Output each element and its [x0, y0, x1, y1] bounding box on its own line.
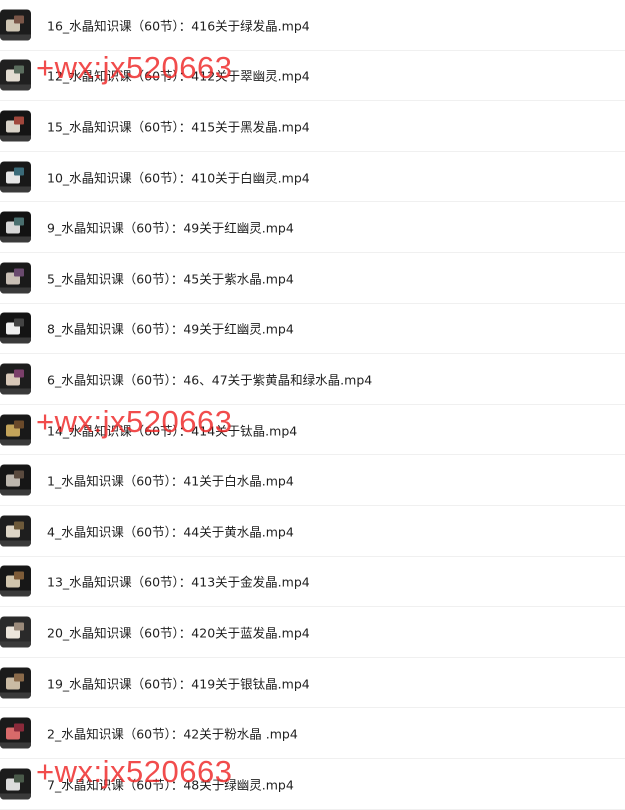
thumbnail-accent — [14, 622, 24, 631]
file-name[interactable]: 4_水晶知识课（60节）：44关于黄水晶.mp4 — [47, 521, 294, 540]
thumbnail-shadow — [0, 540, 31, 547]
file-name[interactable]: 2_水晶知识课（60节）：42关于粉水晶 .mp4 — [47, 724, 298, 743]
file-row[interactable]: 19_水晶知识课（60节）：419关于银钛晶.mp4 — [0, 658, 625, 709]
thumbnail-shadow — [0, 489, 31, 496]
thumbnail-accent — [14, 420, 24, 429]
file-list: 16_水晶知识课（60节）：416关于绿发晶.mp4 12_水晶知识课（60节）：… — [0, 0, 625, 810]
video-thumbnail[interactable] — [0, 414, 31, 446]
file-name[interactable]: 9_水晶知识课（60节）：49关于红幽灵.mp4 — [47, 218, 294, 237]
thumbnail-shadow — [0, 236, 31, 243]
thumbnail-shadow — [0, 186, 31, 193]
file-name[interactable]: 15_水晶知识课（60节）：415关于黑发晶.mp4 — [47, 116, 310, 135]
video-thumbnail[interactable] — [0, 363, 31, 395]
file-name[interactable]: 19_水晶知识课（60节）：419关于银钛晶.mp4 — [47, 673, 310, 692]
thumbnail-shadow — [0, 590, 31, 597]
thumbnail-accent — [14, 470, 24, 479]
video-thumbnail[interactable] — [0, 161, 31, 193]
thumbnail-accent — [14, 571, 24, 580]
thumbnail-accent — [14, 15, 24, 24]
file-name[interactable]: 5_水晶知识课（60节）：45关于紫水晶.mp4 — [47, 268, 294, 287]
video-thumbnail[interactable] — [0, 9, 31, 41]
video-thumbnail[interactable] — [0, 565, 31, 597]
thumbnail-accent — [14, 268, 24, 277]
thumbnail-shadow — [0, 287, 31, 294]
thumbnail-accent — [14, 774, 24, 783]
file-row[interactable]: 14_水晶知识课（60节）：414关于钛晶.mp4 — [0, 405, 625, 456]
file-name[interactable]: 10_水晶知识课（60节）：410关于白幽灵.mp4 — [47, 167, 310, 186]
thumbnail-accent — [14, 673, 24, 682]
thumbnail-shadow — [0, 439, 31, 446]
file-row[interactable]: 5_水晶知识课（60节）：45关于紫水晶.mp4 — [0, 253, 625, 304]
thumbnail-shadow — [0, 337, 31, 344]
file-row[interactable]: 15_水晶知识课（60节）：415关于黑发晶.mp4 — [0, 101, 625, 152]
file-row[interactable]: 10_水晶知识课（60节）：410关于白幽灵.mp4 — [0, 152, 625, 203]
file-row[interactable]: 8_水晶知识课（60节）：49关于红幽灵.mp4 — [0, 304, 625, 355]
thumbnail-shadow — [0, 692, 31, 699]
thumbnail-accent — [14, 369, 24, 378]
file-row[interactable]: 7_水晶知识课（60节）：48关于绿幽灵.mp4 — [0, 759, 625, 810]
video-thumbnail[interactable] — [0, 768, 31, 800]
video-thumbnail[interactable] — [0, 515, 31, 547]
file-name[interactable]: 8_水晶知识课（60节）：49关于红幽灵.mp4 — [47, 319, 294, 338]
file-name[interactable]: 12_水晶知识课（60节）：412关于翠幽灵.mp4 — [47, 66, 310, 85]
video-thumbnail[interactable] — [0, 616, 31, 648]
video-thumbnail[interactable] — [0, 717, 31, 749]
file-name[interactable]: 6_水晶知识课（60节）：46、47关于紫黄晶和绿水晶.mp4 — [47, 369, 372, 388]
file-row[interactable]: 16_水晶知识课（60节）：416关于绿发晶.mp4 — [0, 0, 625, 51]
video-thumbnail[interactable] — [0, 262, 31, 294]
thumbnail-shadow — [0, 793, 31, 800]
thumbnail-shadow — [0, 34, 31, 41]
file-name[interactable]: 13_水晶知识课（60节）：413关于金发晶.mp4 — [47, 572, 310, 591]
thumbnail-accent — [14, 116, 24, 125]
thumbnail-shadow — [0, 135, 31, 142]
thumbnail-accent — [14, 318, 24, 327]
file-name[interactable]: 14_水晶知识课（60节）：414关于钛晶.mp4 — [47, 420, 297, 439]
file-row[interactable]: 1_水晶知识课（60节）：41关于白水晶.mp4 — [0, 455, 625, 506]
thumbnail-shadow — [0, 742, 31, 749]
file-row[interactable]: 12_水晶知识课（60节）：412关于翠幽灵.mp4 — [0, 51, 625, 102]
file-name[interactable]: 16_水晶知识课（60节）：416关于绿发晶.mp4 — [47, 15, 310, 34]
video-thumbnail[interactable] — [0, 110, 31, 142]
video-thumbnail[interactable] — [0, 667, 31, 699]
video-thumbnail[interactable] — [0, 59, 31, 91]
thumbnail-accent — [14, 167, 24, 176]
video-thumbnail[interactable] — [0, 464, 31, 496]
file-row[interactable]: 2_水晶知识课（60节）：42关于粉水晶 .mp4 — [0, 708, 625, 759]
thumbnail-accent — [14, 723, 24, 732]
file-row[interactable]: 4_水晶知识课（60节）：44关于黄水晶.mp4 — [0, 506, 625, 557]
thumbnail-shadow — [0, 641, 31, 648]
file-row[interactable]: 13_水晶知识课（60节）：413关于金发晶.mp4 — [0, 557, 625, 608]
video-thumbnail[interactable] — [0, 312, 31, 344]
file-row[interactable]: 20_水晶知识课（60节）：420关于蓝发晶.mp4 — [0, 607, 625, 658]
thumbnail-accent — [14, 217, 24, 226]
file-row[interactable]: 9_水晶知识课（60节）：49关于红幽灵.mp4 — [0, 202, 625, 253]
thumbnail-shadow — [0, 388, 31, 395]
file-name[interactable]: 7_水晶知识课（60节）：48关于绿幽灵.mp4 — [47, 774, 294, 793]
thumbnail-accent — [14, 521, 24, 530]
file-name[interactable]: 1_水晶知识课（60节）：41关于白水晶.mp4 — [47, 471, 294, 490]
thumbnail-shadow — [0, 84, 31, 91]
file-name[interactable]: 20_水晶知识课（60节）：420关于蓝发晶.mp4 — [47, 622, 310, 641]
file-row[interactable]: 6_水晶知识课（60节）：46、47关于紫黄晶和绿水晶.mp4 — [0, 354, 625, 405]
video-thumbnail[interactable] — [0, 211, 31, 243]
thumbnail-accent — [14, 65, 24, 74]
